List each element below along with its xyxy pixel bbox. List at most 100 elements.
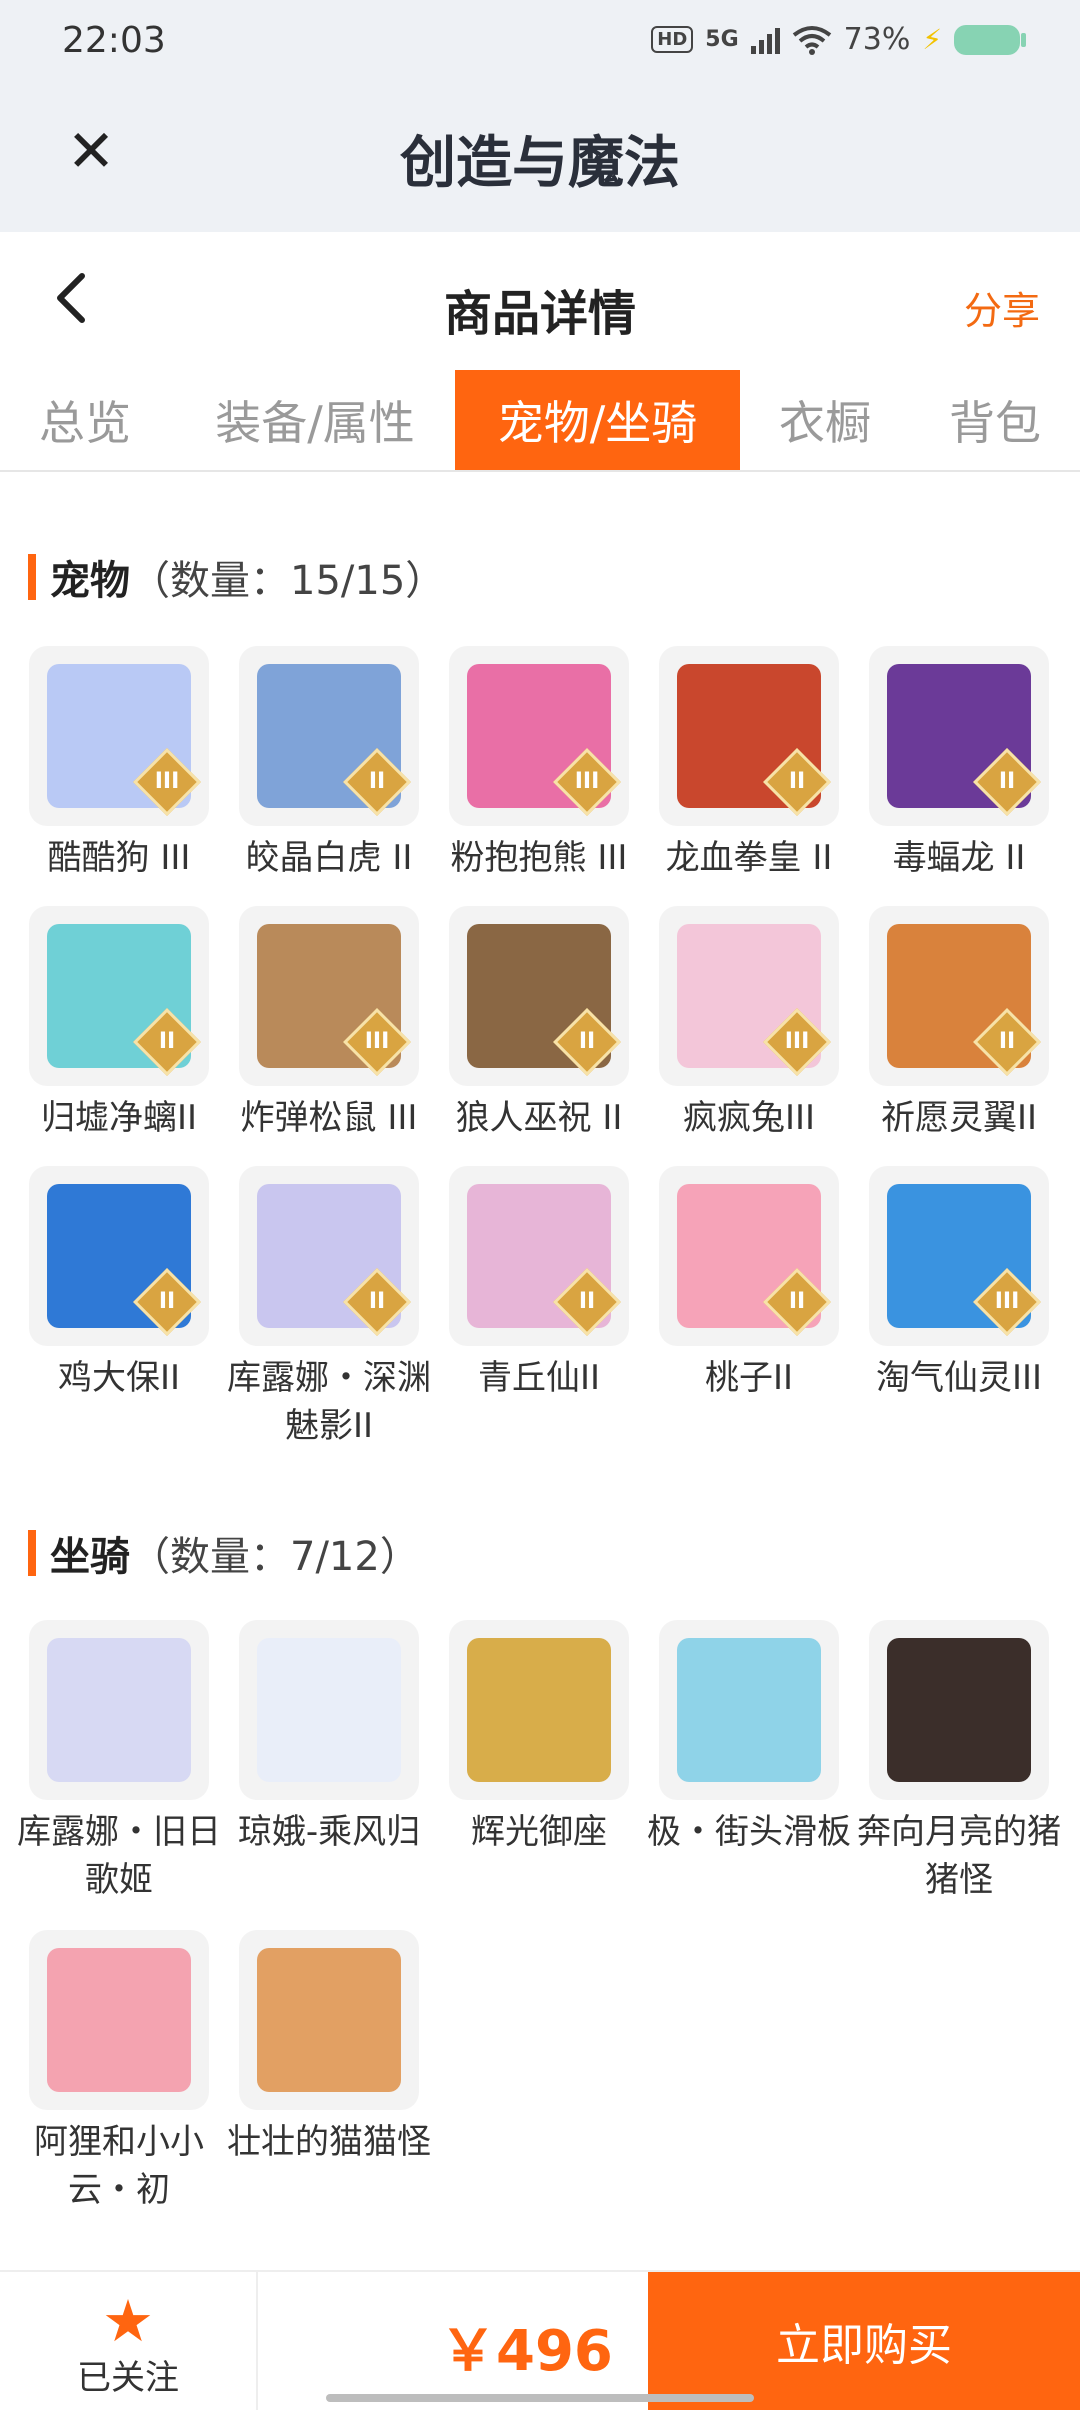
pet-item[interactable]: III 炸弹松鼠 III: [224, 906, 434, 1142]
follow-label: 已关注: [77, 2358, 179, 2398]
tab-backpack[interactable]: 背包: [915, 370, 1075, 470]
tier-label: II: [998, 769, 1016, 794]
signal-icon: [750, 26, 780, 54]
mount-item[interactable]: 库露娜・旧日歌姬: [14, 1620, 224, 1904]
pet-item[interactable]: III 粉抱抱熊 III: [434, 646, 644, 882]
pet-name: 龙血拳皇 II: [665, 838, 833, 878]
page-header: 商品详情 分享: [0, 232, 1080, 372]
pet-name: 毒蝠龙 II: [892, 838, 1026, 878]
battery-percent: 73%: [843, 22, 911, 57]
status-time: 22:03: [62, 20, 166, 61]
pet-thumbnail: II: [29, 1166, 209, 1346]
mount-item[interactable]: 壮壮的猫猫怪: [224, 1930, 434, 2166]
mounts-title: 坐骑: [50, 1534, 130, 1580]
home-indicator: [326, 2394, 754, 2402]
pet-name: 库露娜・深渊魅影II: [227, 1358, 431, 1446]
pet-item[interactable]: II 青丘仙II: [434, 1166, 644, 1402]
pet-thumbnail: II: [29, 906, 209, 1086]
wifi-icon: [792, 25, 831, 55]
tier-label: III: [574, 769, 600, 794]
pet-thumbnail: III: [29, 646, 209, 826]
pet-name: 鸡大保II: [57, 1358, 181, 1398]
pet-thumbnail: III: [449, 646, 629, 826]
pet-item[interactable]: III 酷酷狗 III: [14, 646, 224, 882]
mount-image: [467, 1638, 611, 1782]
pet-name: 桃子II: [704, 1358, 794, 1398]
mounts-count: （数量：7/12）: [130, 1534, 420, 1580]
mount-item[interactable]: 极・街头滑板: [644, 1620, 854, 1856]
charging-icon: ⚡: [922, 23, 942, 56]
section-accent-bar: [28, 1530, 36, 1576]
pet-thumbnail: II: [239, 646, 419, 826]
battery-icon: [954, 24, 1026, 55]
follow-button[interactable]: ★ 已关注: [0, 2272, 258, 2410]
app-title: 创造与魔法: [400, 131, 680, 196]
tier-label: II: [158, 1289, 176, 1314]
pet-name: 狼人巫祝 II: [455, 1098, 623, 1138]
price: ￥496: [440, 2319, 613, 2384]
tier-label: II: [788, 769, 806, 794]
mount-image: [47, 1948, 191, 2092]
pet-item[interactable]: II 龙血拳皇 II: [644, 646, 854, 882]
pet-name: 疯疯兔III: [682, 1098, 816, 1138]
pets-title: 宠物: [50, 558, 130, 604]
pet-thumbnail: II: [449, 1166, 629, 1346]
tier-label: III: [994, 1289, 1020, 1314]
tab-overview[interactable]: 总览: [0, 370, 170, 470]
pet-item[interactable]: II 皎晶白虎 II: [224, 646, 434, 882]
status-icons: HD 5G 73% ⚡: [651, 22, 1026, 57]
mount-item[interactable]: 琼娥-乘风归: [224, 1620, 434, 1856]
mount-thumbnail: [239, 1620, 419, 1800]
mount-name: 琼娥-乘风归: [237, 1812, 421, 1852]
mount-thumbnail: [29, 1620, 209, 1800]
pet-item[interactable]: III 淘气仙灵III: [854, 1166, 1064, 1402]
tier-label: II: [158, 1029, 176, 1054]
pet-thumbnail: II: [659, 646, 839, 826]
pet-item[interactable]: II 祈愿灵翼II: [854, 906, 1064, 1142]
pet-item[interactable]: II 毒蝠龙 II: [854, 646, 1064, 882]
tier-label: II: [578, 1029, 596, 1054]
tab-wardrobe[interactable]: 衣橱: [755, 370, 895, 470]
pet-item[interactable]: III 疯疯兔III: [644, 906, 854, 1142]
pet-item[interactable]: II 鸡大保II: [14, 1166, 224, 1402]
pets-section-title: 宠物 （数量：15/15）: [28, 548, 445, 606]
pet-thumbnail: III: [659, 906, 839, 1086]
mount-thumbnail: [239, 1930, 419, 2110]
tier-label: III: [364, 1029, 390, 1054]
mount-item[interactable]: 奔向月亮的猪猪怪: [854, 1620, 1064, 1904]
section-accent-bar: [28, 554, 36, 600]
mount-name: 辉光御座: [471, 1812, 607, 1852]
mount-name: 奔向月亮的猪猪怪: [857, 1812, 1061, 1900]
pets-count: （数量：15/15）: [130, 558, 446, 604]
tier-label: III: [784, 1029, 810, 1054]
mount-item[interactable]: 阿狸和小小云・初: [14, 1930, 224, 2214]
mount-name: 库露娜・旧日歌姬: [17, 1812, 221, 1900]
tier-label: II: [368, 1289, 386, 1314]
pet-thumbnail: II: [239, 1166, 419, 1346]
pet-thumbnail: II: [449, 906, 629, 1086]
mount-name: 极・街头滑板: [647, 1812, 851, 1852]
pet-item[interactable]: II 归墟净螭II: [14, 906, 224, 1142]
mount-name: 壮壮的猫猫怪: [227, 2122, 431, 2162]
pet-name: 淘气仙灵III: [875, 1358, 1043, 1398]
pet-item[interactable]: II 桃子II: [644, 1166, 854, 1402]
mount-thumbnail: [869, 1620, 1049, 1800]
tab-pets-mounts[interactable]: 宠物/坐骑: [455, 370, 740, 470]
tier-label: II: [788, 1289, 806, 1314]
share-button[interactable]: 分享: [964, 280, 1040, 335]
tier-label: II: [998, 1029, 1016, 1054]
pet-thumbnail: II: [869, 646, 1049, 826]
pet-item[interactable]: II 狼人巫祝 II: [434, 906, 644, 1142]
mount-thumbnail: [29, 1930, 209, 2110]
mount-image: [47, 1638, 191, 1782]
tab-equipment[interactable]: 装备/属性: [190, 370, 440, 470]
tier-label: III: [154, 769, 180, 794]
pet-item[interactable]: II 库露娜・深渊魅影II: [224, 1166, 434, 1450]
tier-label: II: [368, 769, 386, 794]
buy-now-button[interactable]: 立即购买: [648, 2272, 1080, 2410]
network-label: 5G: [705, 27, 739, 52]
mount-item[interactable]: 辉光御座: [434, 1620, 644, 1856]
tab-bar: 总览 装备/属性 宠物/坐骑 衣橱 背包: [0, 370, 1080, 472]
mount-image: [257, 1948, 401, 2092]
pet-name: 粉抱抱熊 III: [450, 838, 628, 878]
